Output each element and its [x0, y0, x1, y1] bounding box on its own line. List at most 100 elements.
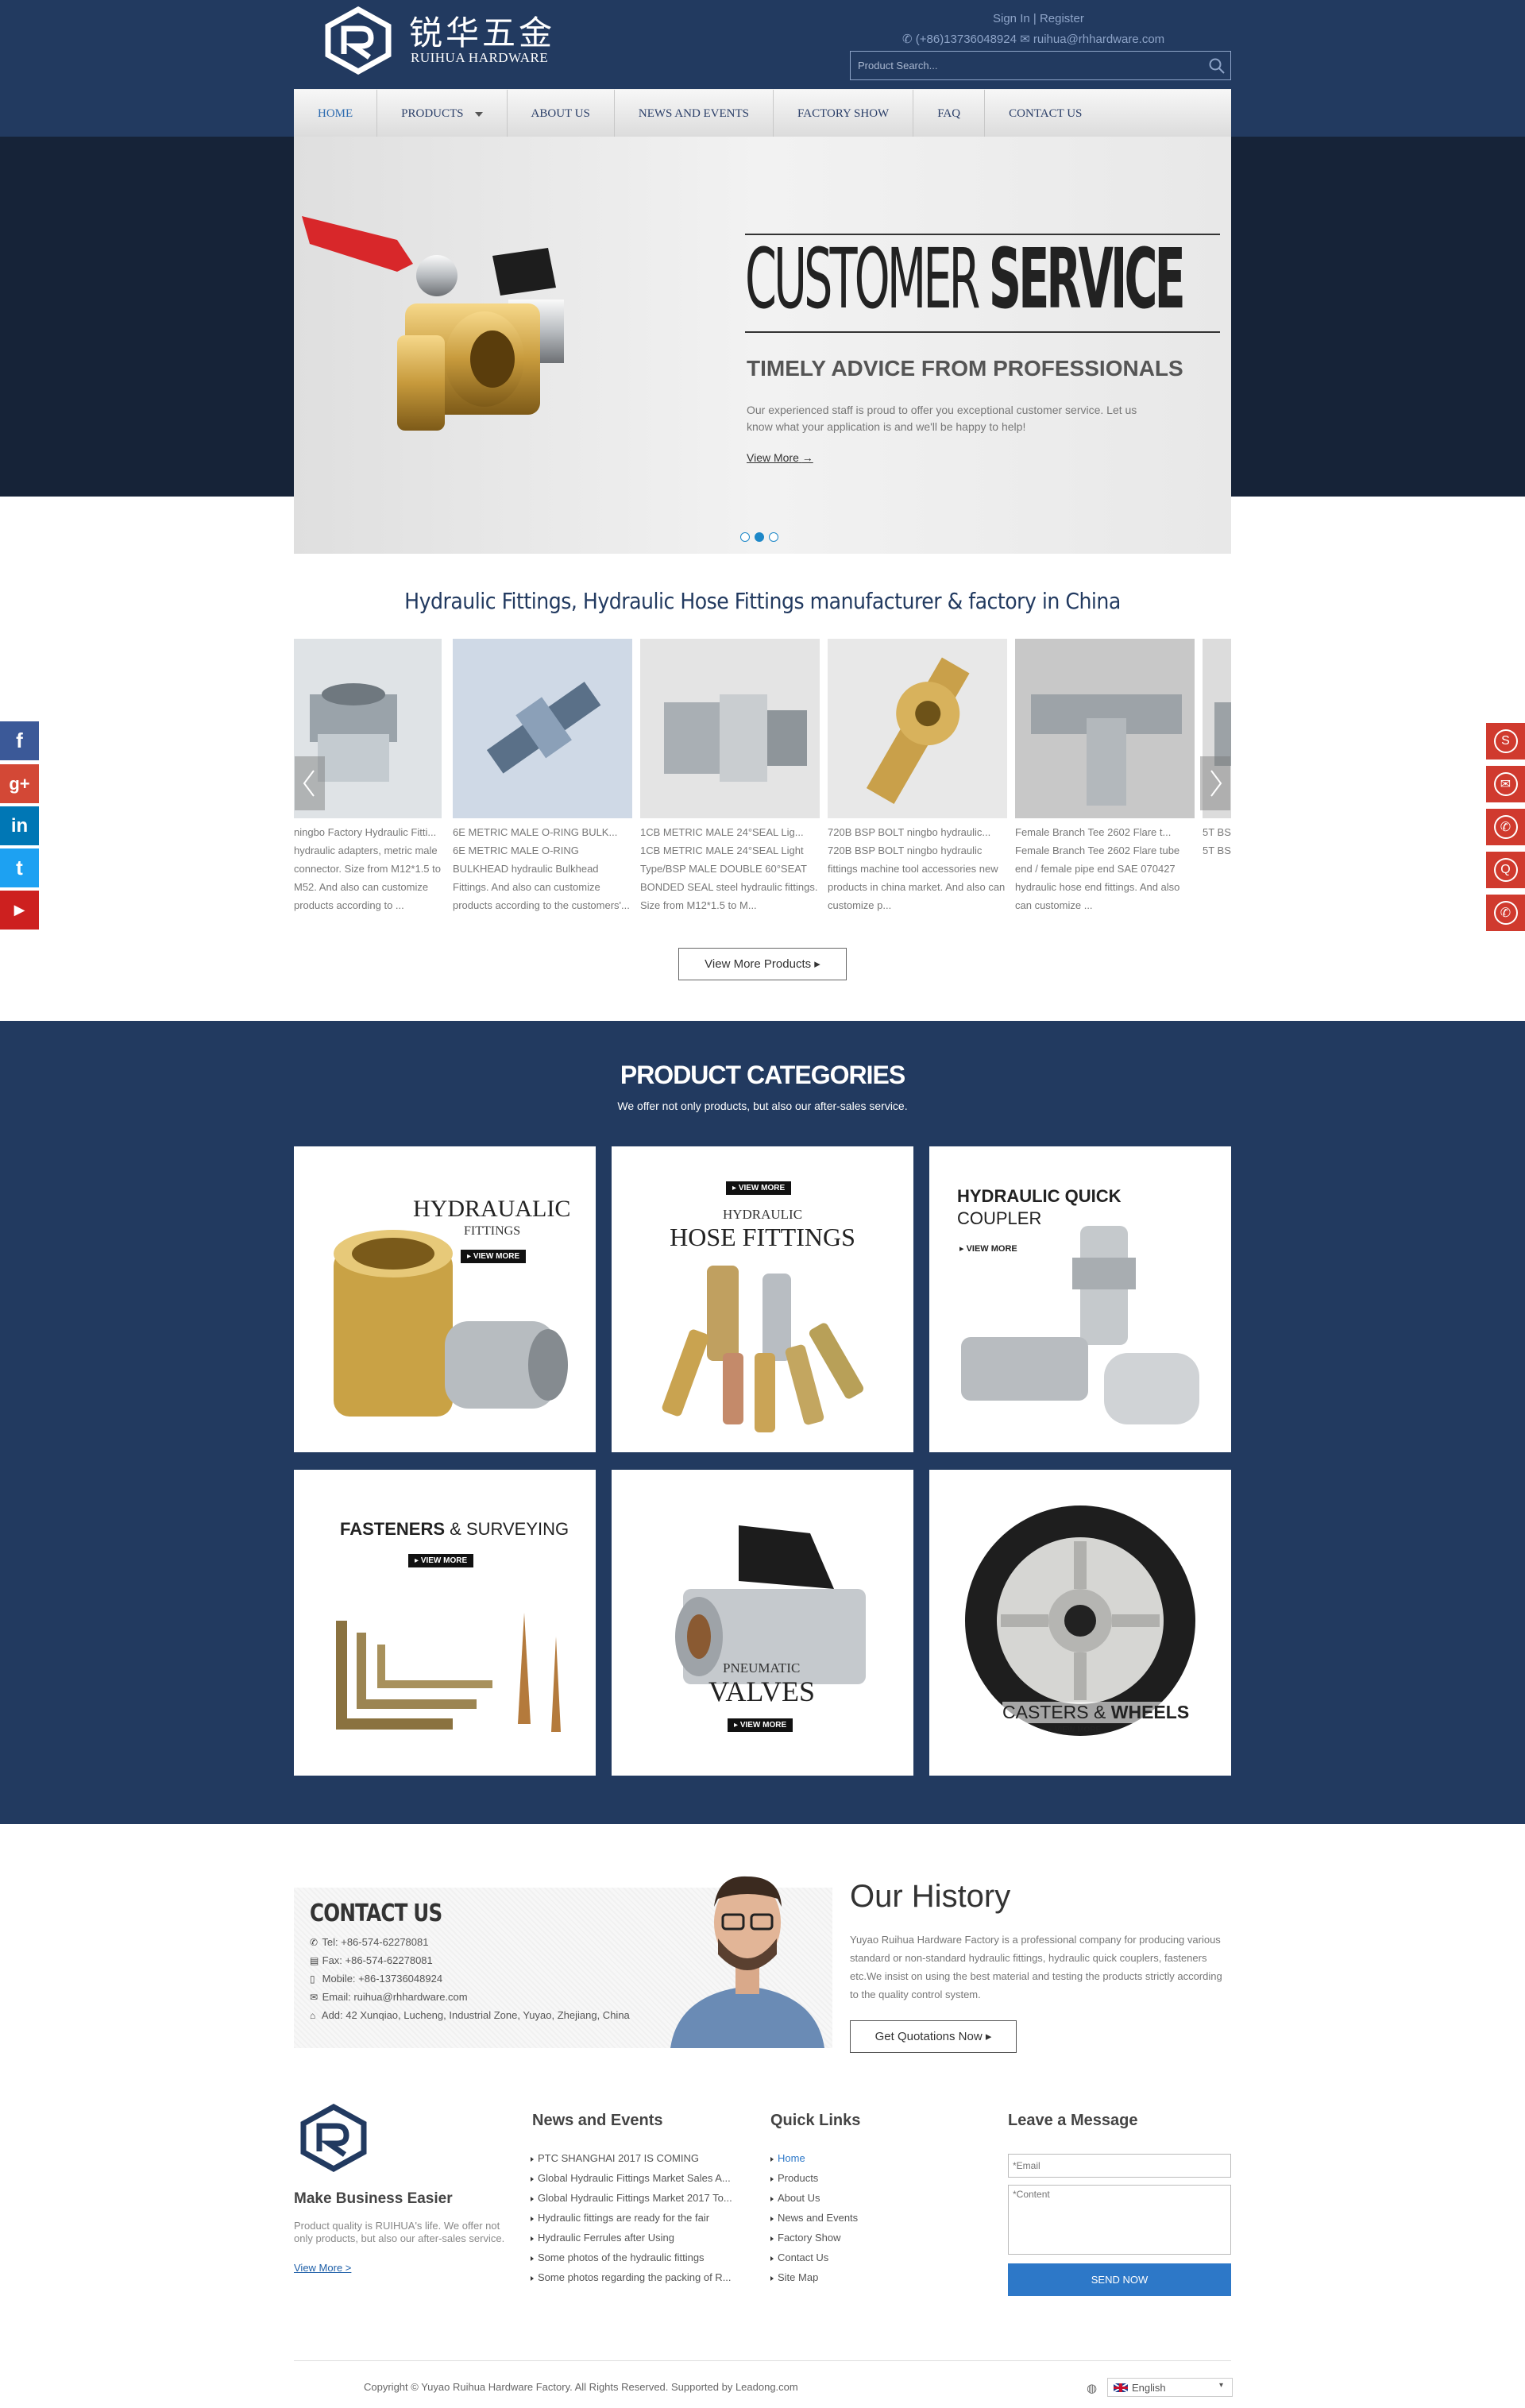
news-item[interactable]: Some photos of the hydraulic fittings [531, 2248, 753, 2267]
get-quotations-button[interactable]: Get Quotations Now ▸ [850, 2020, 1017, 2053]
product-card[interactable]: 1CB METRIC MALE 24°SEAL Lig... 1CB METRIC… [640, 639, 820, 933]
globe-icon: ◍ [1087, 2382, 1098, 2395]
contact-email-text[interactable]: Email: ruihua@rhhardware.com [322, 1991, 468, 2003]
fasteners-image [336, 1613, 561, 1732]
quick-link-contact[interactable]: Contact Us [770, 2248, 929, 2267]
nav-factory-show[interactable]: Factory Show [774, 90, 914, 137]
category-title: FASTENERS [340, 1519, 446, 1539]
product-card[interactable]: Female Branch Tee 2602 Flare t... Female … [1015, 639, 1195, 933]
quick-links-list: Home Products About Us News and Events F… [770, 2148, 929, 2287]
phone-button[interactable]: ✆ [1486, 809, 1525, 845]
category-tile-pneumatic-valves[interactable]: PNEUMATIC VALVES ▸ VIEW MORE [612, 1470, 913, 1776]
nav-contact-us[interactable]: Contact Us [985, 90, 1106, 137]
slider-dot[interactable] [769, 532, 778, 542]
hero-view-more-link[interactable]: View More → [747, 451, 813, 464]
news-item[interactable]: Hydraulic Ferrules after Using [531, 2228, 753, 2248]
header-email[interactable]: ruihua@rhhardware.com [1033, 33, 1164, 46]
facebook-icon[interactable]: f [0, 721, 39, 760]
send-message-button[interactable]: SEND NOW [1008, 2263, 1231, 2296]
qq-button[interactable]: Q [1486, 852, 1525, 888]
view-more-products-button[interactable]: View More Products ▸ [678, 948, 847, 980]
quick-link-home[interactable]: Home [770, 2148, 929, 2168]
news-item[interactable]: Global Hydraulic Fittings Market Sales A… [531, 2168, 753, 2188]
product-title[interactable]: Female Branch Tee 2602 Flare t... [1015, 823, 1195, 841]
uk-flag-icon [1114, 2383, 1128, 2392]
footer-logo[interactable] [297, 2104, 370, 2172]
category-view-more[interactable]: ▸ VIEW MORE [726, 1181, 792, 1195]
footer-view-more-link[interactable]: View More > [294, 2262, 351, 2274]
mobile-icon: ▯ [310, 1973, 315, 1985]
google-plus-icon[interactable]: g+ [0, 764, 39, 803]
nav-products[interactable]: Products [377, 90, 508, 137]
quick-link-label: Home [778, 2152, 805, 2164]
phone-icon: ✆ [902, 33, 913, 46]
nav-news-events[interactable]: News and Events [615, 90, 774, 137]
register-link[interactable]: Register [1040, 12, 1084, 25]
category-subtitle: WHEELS [1110, 1702, 1190, 1722]
product-image [640, 639, 820, 818]
nav-home[interactable]: Home [294, 90, 378, 137]
category-view-more-label: VIEW MORE [1054, 1726, 1102, 1734]
product-title[interactable]: 720B BSP BOLT ningbo hydraulic... [828, 823, 1007, 841]
chevron-left-icon [303, 770, 315, 797]
product-description: 1CB METRIC MALE 24°SEAL Light Type/BSP M… [640, 845, 818, 911]
qq-icon: Q [1493, 858, 1518, 882]
category-view-more[interactable]: ▸ VIEW MORE [728, 1718, 793, 1732]
category-tile-casters-wheels[interactable]: CASTERS & WHEELS ▸ VIEW MORE [929, 1470, 1231, 1776]
nav-faq[interactable]: FAQ [913, 90, 986, 137]
contact-tel-text: Tel: +86-574-62278081 [322, 1936, 429, 1948]
product-card[interactable]: 6E METRIC MALE O-RING BULK... 6E METRIC M… [453, 639, 632, 933]
category-tile-hydraulic-fittings[interactable]: HYDRAUALIC FITTINGS ▸ VIEW MORE [294, 1146, 596, 1452]
quick-link-about[interactable]: About Us [770, 2188, 929, 2208]
product-title[interactable]: 6E METRIC MALE O-RING BULK... [453, 823, 632, 841]
category-tile-hose-fittings[interactable]: ▸ VIEW MORE HYDRAULIC HOSE FITTINGS [612, 1146, 913, 1452]
category-view-more[interactable]: ▸ VIEW MORE [1048, 1726, 1101, 1734]
category-title: CASTERS & [1002, 1702, 1106, 1722]
header-phone: (+86)13736048924 [915, 33, 1017, 46]
email-button[interactable]: ✉ [1486, 766, 1525, 802]
category-tile-quick-coupler[interactable]: HYDRAULIC QUICK COUPLER ▸ VIEW MORE [929, 1146, 1231, 1452]
product-title[interactable]: 1CB METRIC MALE 24°SEAL Lig... [640, 823, 820, 841]
carousel-prev-button[interactable] [295, 756, 325, 810]
bullet-icon [531, 2196, 534, 2201]
linkedin-icon[interactable]: in [0, 806, 39, 845]
youtube-icon[interactable]: ▶ [0, 891, 39, 930]
message-content-field[interactable] [1008, 2185, 1231, 2255]
slider-dot-active[interactable] [755, 532, 764, 542]
message-email-field[interactable] [1008, 2154, 1231, 2178]
search-input[interactable] [851, 52, 1200, 79]
whatsapp-button[interactable]: ✆ [1486, 895, 1525, 931]
news-item[interactable]: PTC SHANGHAI 2017 IS COMING [531, 2148, 753, 2168]
footer-divider [294, 2360, 1231, 2361]
sign-in-link[interactable]: Sign In [993, 12, 1030, 25]
product-title[interactable]: 5T BSP... [1203, 823, 1231, 841]
ruihua-logo[interactable] [322, 6, 395, 75]
product-card[interactable]: 720B BSP BOLT ningbo hydraulic... 720B BS… [828, 639, 1007, 933]
product-title[interactable]: ningbo Factory Hydraulic Fitti... [294, 823, 442, 841]
nav-about-us[interactable]: About Us [508, 90, 615, 137]
category-subtitle: HYDRAULIC [722, 1207, 803, 1222]
twitter-icon[interactable]: t [0, 848, 39, 887]
slider-dot[interactable] [740, 532, 750, 542]
quick-link-factory[interactable]: Factory Show [770, 2228, 929, 2248]
category-view-more[interactable]: ▸ VIEW MORE [461, 1250, 527, 1263]
product-description: 6E METRIC MALE O-RING BULKHEAD hydraulic… [453, 845, 630, 911]
news-item[interactable]: Global Hydraulic Fittings Market 2017 To… [531, 2188, 753, 2208]
bullet-icon [770, 2255, 774, 2261]
news-item[interactable]: Some photos regarding the packing of R..… [531, 2267, 753, 2287]
quick-link-sitemap[interactable]: Site Map [770, 2267, 929, 2287]
quick-link-news[interactable]: News and Events [770, 2208, 929, 2228]
arrow-right-icon: → [801, 451, 813, 464]
news-item[interactable]: Hydraulic fittings are ready for the fai… [531, 2208, 753, 2228]
category-view-more[interactable]: ▸ VIEW MORE [408, 1554, 474, 1567]
quick-link-products[interactable]: Products [770, 2168, 929, 2188]
carousel-next-button[interactable] [1200, 756, 1230, 810]
language-label: English [1132, 2382, 1166, 2394]
footer-slogan: Make Business Easier [294, 2190, 453, 2207]
hero-slider[interactable]: CUSTOMER SERVICE TIMELY ADVICE FROM PROF… [294, 137, 1231, 554]
skype-button[interactable]: S [1486, 723, 1525, 760]
category-tile-fasteners[interactable]: FASTENERS & SURVEYING ▸ VIEW MORE [294, 1470, 596, 1776]
language-select[interactable]: English ▾ [1107, 2378, 1233, 2397]
news-item-label: Hydraulic fittings are ready for the fai… [538, 2212, 710, 2224]
search-icon[interactable] [1208, 57, 1226, 75]
